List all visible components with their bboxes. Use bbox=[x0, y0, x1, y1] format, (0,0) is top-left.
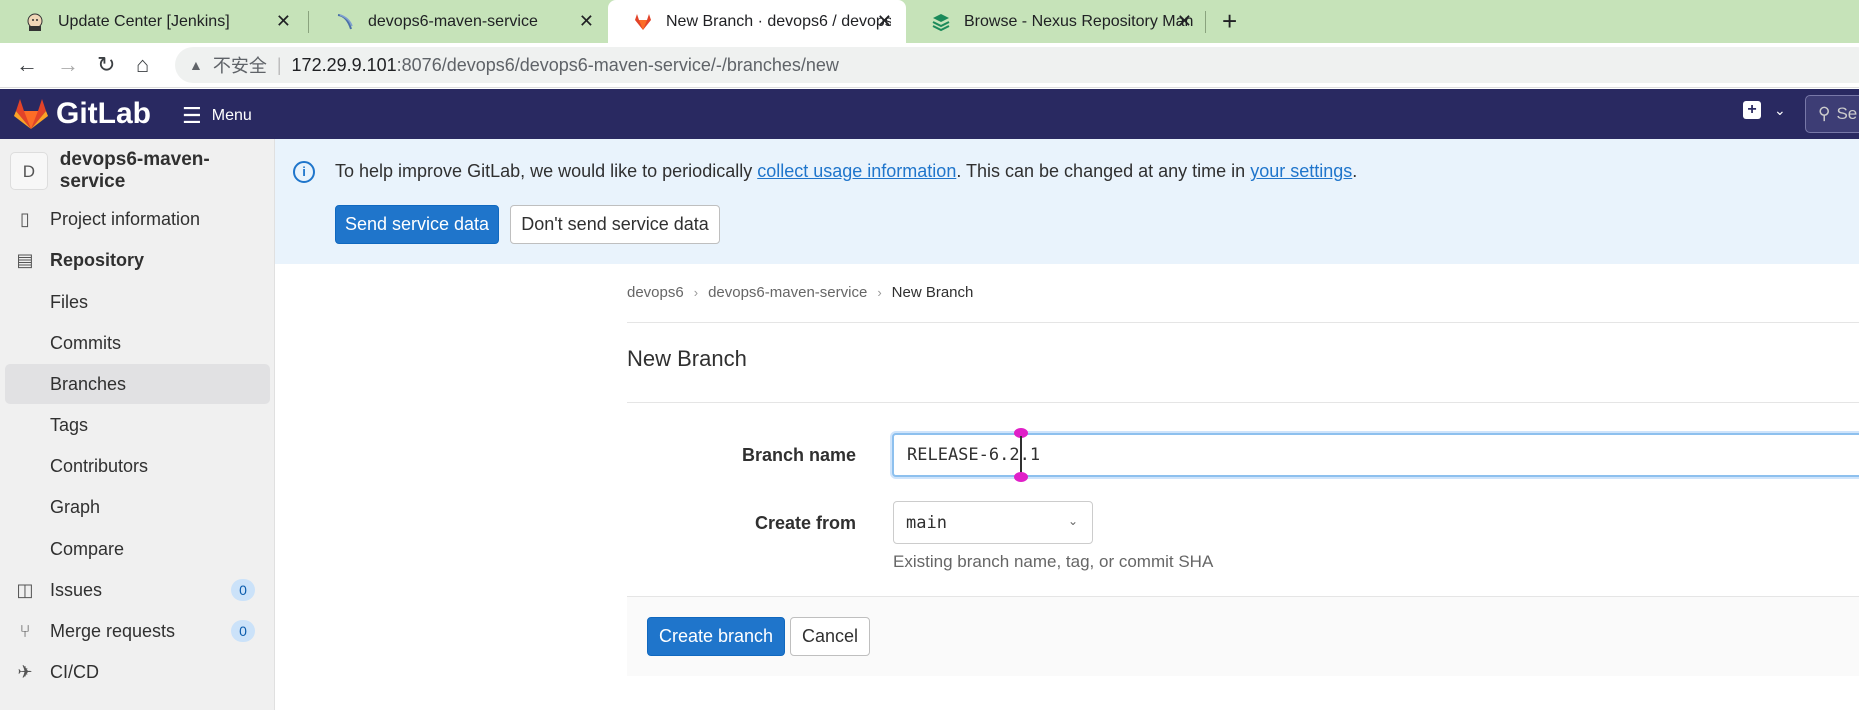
form-actions: Create branch Cancel bbox=[627, 596, 1859, 676]
breadcrumb: devops6 › devops6-maven-service › New Br… bbox=[627, 284, 973, 301]
browser-tab-bar: Update Center [Jenkins] ✕ devops6-maven-… bbox=[0, 0, 1859, 43]
create-from-help-text: Existing branch name, tag, or commit SHA bbox=[893, 552, 1214, 571]
sidebar-item-files[interactable]: Files bbox=[0, 282, 275, 322]
menu-button[interactable]: ☰ Menu bbox=[182, 103, 252, 129]
chevron-right-icon: › bbox=[693, 285, 699, 300]
info-doc-icon: ▯ bbox=[20, 208, 30, 229]
divider bbox=[627, 402, 1859, 403]
url-input[interactable]: ▲ 不安全 | 172.29.9.101 :8076/devops6/devop… bbox=[175, 47, 1859, 83]
create-from-dropdown[interactable]: main ⌄ bbox=[893, 501, 1093, 544]
sidebar-item-contributors[interactable]: Contributors bbox=[0, 446, 275, 486]
project-avatar: D bbox=[10, 152, 48, 190]
sidebar-item-repository[interactable]: ▤ Repository bbox=[0, 240, 275, 280]
sidebar-item-commits[interactable]: Commits bbox=[0, 323, 275, 363]
sidebar-item-issues[interactable]: ◫ Issues 0 bbox=[0, 570, 275, 610]
branch-name-input[interactable]: RELEASE-6.2.1 bbox=[892, 433, 1859, 477]
divider bbox=[627, 322, 1859, 323]
page-title: New Branch bbox=[627, 346, 747, 371]
tab-jenkins[interactable]: Update Center [Jenkins] ✕ bbox=[0, 0, 305, 43]
url-divider: | bbox=[276, 54, 282, 75]
issues-icon: ◫ bbox=[16, 579, 34, 600]
chevron-down-icon[interactable]: ⌄ bbox=[1774, 102, 1786, 119]
document-icon: ▤ bbox=[16, 249, 34, 270]
hamburger-icon: ☰ bbox=[182, 103, 202, 128]
close-icon[interactable]: ✕ bbox=[1177, 11, 1192, 32]
rocket-icon: ✈ bbox=[17, 661, 33, 682]
send-service-data-button[interactable]: Send service data bbox=[335, 205, 499, 244]
sidebar-item-merge-requests[interactable]: ⑂ Merge requests 0 bbox=[0, 611, 275, 651]
new-tab-icon[interactable]: + bbox=[1222, 6, 1237, 37]
close-icon[interactable]: ✕ bbox=[579, 11, 594, 32]
dont-send-service-data-button[interactable]: Don't send service data bbox=[510, 205, 720, 244]
info-icon: i bbox=[293, 161, 315, 183]
cancel-button[interactable]: Cancel bbox=[790, 617, 870, 656]
back-icon[interactable]: ← bbox=[16, 52, 38, 78]
search-input[interactable]: ⚲ Se bbox=[1805, 95, 1859, 133]
close-icon[interactable]: ✕ bbox=[877, 11, 892, 32]
text-cursor-icon bbox=[1014, 428, 1028, 482]
tab-nexus[interactable]: Browse - Nexus Repository Manager ✕ bbox=[906, 0, 1206, 43]
tab-new-branch[interactable]: New Branch · devops6 / devops6-maven-ser… bbox=[608, 0, 906, 43]
breadcrumb-project[interactable]: devops6-maven-service bbox=[708, 284, 867, 301]
issues-count-badge: 0 bbox=[231, 579, 255, 601]
project-header[interactable]: D devops6-maven-service bbox=[10, 149, 274, 193]
merge-request-icon: ⑂ bbox=[19, 620, 31, 641]
jenkins-icon bbox=[24, 11, 46, 33]
sidebar-item-ci-cd[interactable]: ✈ CI/CD bbox=[0, 652, 275, 692]
chevron-right-icon: › bbox=[877, 285, 882, 300]
close-icon[interactable]: ✕ bbox=[276, 11, 291, 32]
tab-divider bbox=[1205, 11, 1206, 33]
breadcrumb-current[interactable]: New Branch bbox=[892, 284, 974, 301]
sidebar-item-tags[interactable]: Tags bbox=[0, 405, 275, 445]
reload-icon[interactable]: ↻ bbox=[97, 52, 115, 78]
new-item-icon[interactable]: + bbox=[1743, 101, 1761, 119]
banner-message: To help improve GitLab, we would like to… bbox=[335, 161, 1358, 181]
sidebar-item-project-information[interactable]: ▯ Project information bbox=[0, 199, 275, 239]
branch-name-label: Branch name bbox=[741, 445, 856, 465]
breadcrumb-group[interactable]: devops6 bbox=[627, 284, 684, 301]
usage-ping-banner: i To help improve GitLab, we would like … bbox=[275, 139, 1859, 264]
warning-icon: ▲ bbox=[189, 57, 203, 73]
sidebar-item-compare[interactable]: Compare bbox=[0, 529, 275, 569]
create-branch-button[interactable]: Create branch bbox=[647, 617, 785, 656]
sidebar-item-branches[interactable]: Branches bbox=[5, 364, 270, 404]
chevron-down-icon: ⌄ bbox=[1067, 514, 1078, 528]
sidebar-item-graph[interactable]: Graph bbox=[0, 487, 275, 527]
search-icon: ⚲ bbox=[1818, 104, 1831, 123]
feather-icon bbox=[334, 11, 356, 33]
tab-maven-service[interactable]: devops6-maven-service ✕ bbox=[310, 0, 608, 43]
collect-usage-link[interactable]: collect usage information bbox=[757, 161, 956, 181]
forward-icon[interactable]: → bbox=[57, 52, 79, 78]
address-bar: ← → ↻ ⌂ ▲ 不安全 | 172.29.9.101 :8076/devop… bbox=[0, 43, 1859, 88]
project-name: devops6-maven-service bbox=[59, 149, 210, 192]
nexus-icon bbox=[930, 11, 952, 33]
gitlab-header: GitLab ☰ Menu + ⌄ ⚲ Se bbox=[0, 89, 1859, 139]
gitlab-logo[interactable]: GitLab bbox=[14, 97, 151, 131]
home-icon[interactable]: ⌂ bbox=[136, 52, 149, 78]
gitlab-tanuki-icon bbox=[14, 99, 48, 129]
create-from-label: Create from bbox=[754, 513, 856, 533]
gitlab-icon bbox=[632, 11, 654, 33]
project-sidebar: D devops6-maven-service ▯ Project inform… bbox=[0, 139, 275, 710]
merge-requests-count-badge: 0 bbox=[231, 620, 255, 642]
tab-divider bbox=[308, 11, 309, 33]
your-settings-link[interactable]: your settings bbox=[1250, 161, 1352, 181]
